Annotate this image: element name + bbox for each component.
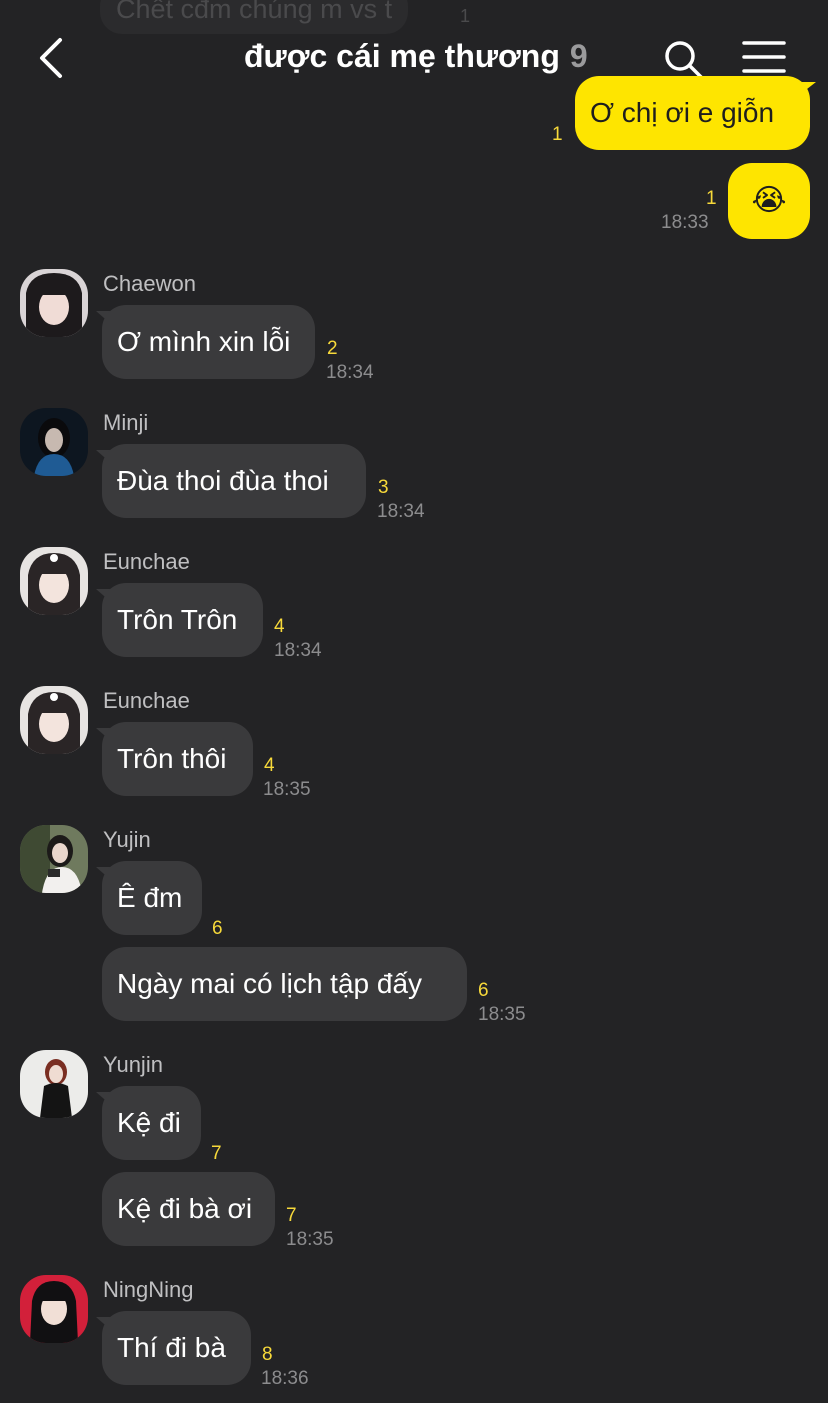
message-text: Thí đi bà (117, 1332, 226, 1363)
avatar[interactable] (20, 547, 88, 615)
message-text: Kệ đi bà ơi (117, 1193, 253, 1224)
scrolled-message-unread: 1 (460, 6, 471, 26)
sender-name: Minji (103, 410, 149, 435)
chat-title: được cái mẹ thương 9 (244, 38, 588, 75)
scrolled-message-bubble[interactable]: Chết cđm chúng m vs t (100, 0, 409, 34)
avatar[interactable] (20, 825, 88, 893)
unread-count: 3 (378, 477, 389, 498)
unread-count: 4 (274, 616, 285, 637)
chat-title-text: được cái mẹ thương (244, 38, 560, 74)
message-text: Ơ mình xin lỗi (117, 326, 291, 357)
message-text: Đùa thoi đùa thoi (117, 465, 329, 496)
sender-name: Yujin (103, 827, 151, 852)
avatar[interactable] (20, 408, 88, 476)
menu-button[interactable] (742, 40, 786, 76)
message-bubble[interactable]: Ơ chị ơi e giỗn (575, 76, 810, 150)
message-bubble[interactable]: Thí đi bà (102, 1311, 251, 1385)
back-button[interactable] (34, 36, 74, 80)
sender-name: Yunjin (103, 1052, 163, 1077)
chevron-left-icon (40, 38, 62, 78)
message-time: 18:33 (661, 212, 709, 233)
message-bubble[interactable]: Trôn Trôn (102, 583, 263, 657)
unread-count: 1 (706, 188, 717, 209)
message-time: 18:34 (274, 640, 322, 661)
menu-icon (742, 41, 786, 73)
bubble-tail (798, 82, 816, 96)
unread-count: 4 (264, 755, 275, 776)
avatar[interactable] (20, 1050, 88, 1118)
message-text: Kệ đi (117, 1107, 181, 1138)
unread-count: 7 (211, 1143, 222, 1164)
search-icon (665, 41, 703, 79)
message-time: 18:35 (478, 1004, 526, 1025)
message-text: Ơ chị ơi e giỗn (590, 97, 775, 128)
message-time: 18:36 (261, 1368, 309, 1389)
avatar[interactable] (20, 686, 88, 754)
unread-count: 8 (262, 1344, 273, 1365)
message-row-mine: Ơ chị ơi e giỗn 1 (0, 76, 828, 156)
message-text: Trôn Trôn (117, 604, 238, 635)
message-bubble[interactable]: Kệ đi (102, 1086, 201, 1160)
member-count: 9 (569, 38, 588, 74)
message-bubble[interactable]: Ê đm (102, 861, 202, 935)
sender-name: Chaewon (103, 271, 196, 296)
message-bubble[interactable]: Ơ mình xin lỗi (102, 305, 315, 379)
avatar[interactable] (20, 1275, 88, 1343)
message-bubble[interactable]: 😭 (728, 163, 810, 239)
avatar[interactable] (20, 269, 88, 337)
message-text: Trôn thôi (117, 743, 227, 774)
unread-count: 6 (212, 918, 223, 939)
search-button[interactable] (662, 38, 704, 80)
message-text: Ê đm (117, 882, 183, 913)
unread-count: 1 (552, 124, 563, 145)
unread-count: 2 (327, 338, 338, 359)
message-row-mine: 😭 1 18:33 (0, 162, 828, 242)
message-time: 18:35 (263, 779, 311, 800)
sender-name: NingNing (103, 1277, 194, 1302)
message-bubble[interactable]: Kệ đi bà ơi (102, 1172, 275, 1246)
message-bubble[interactable]: Trôn thôi (102, 722, 253, 796)
emoji-message: 😭 (751, 184, 787, 217)
message-bubble[interactable]: Đùa thoi đùa thoi (102, 444, 366, 518)
sender-name: Eunchae (103, 688, 190, 713)
unread-count: 7 (286, 1205, 297, 1226)
message-time: 18:34 (326, 362, 374, 383)
unread-count: 6 (478, 980, 489, 1001)
message-text: Ngày mai có lịch tập đấy (117, 968, 423, 999)
message-bubble[interactable]: Ngày mai có lịch tập đấy (102, 947, 467, 1021)
message-time: 18:35 (286, 1229, 334, 1250)
message-time: 18:34 (377, 501, 425, 522)
sender-name: Eunchae (103, 549, 190, 574)
scrolled-message-text: Chết cđm chúng m vs t (116, 0, 393, 24)
